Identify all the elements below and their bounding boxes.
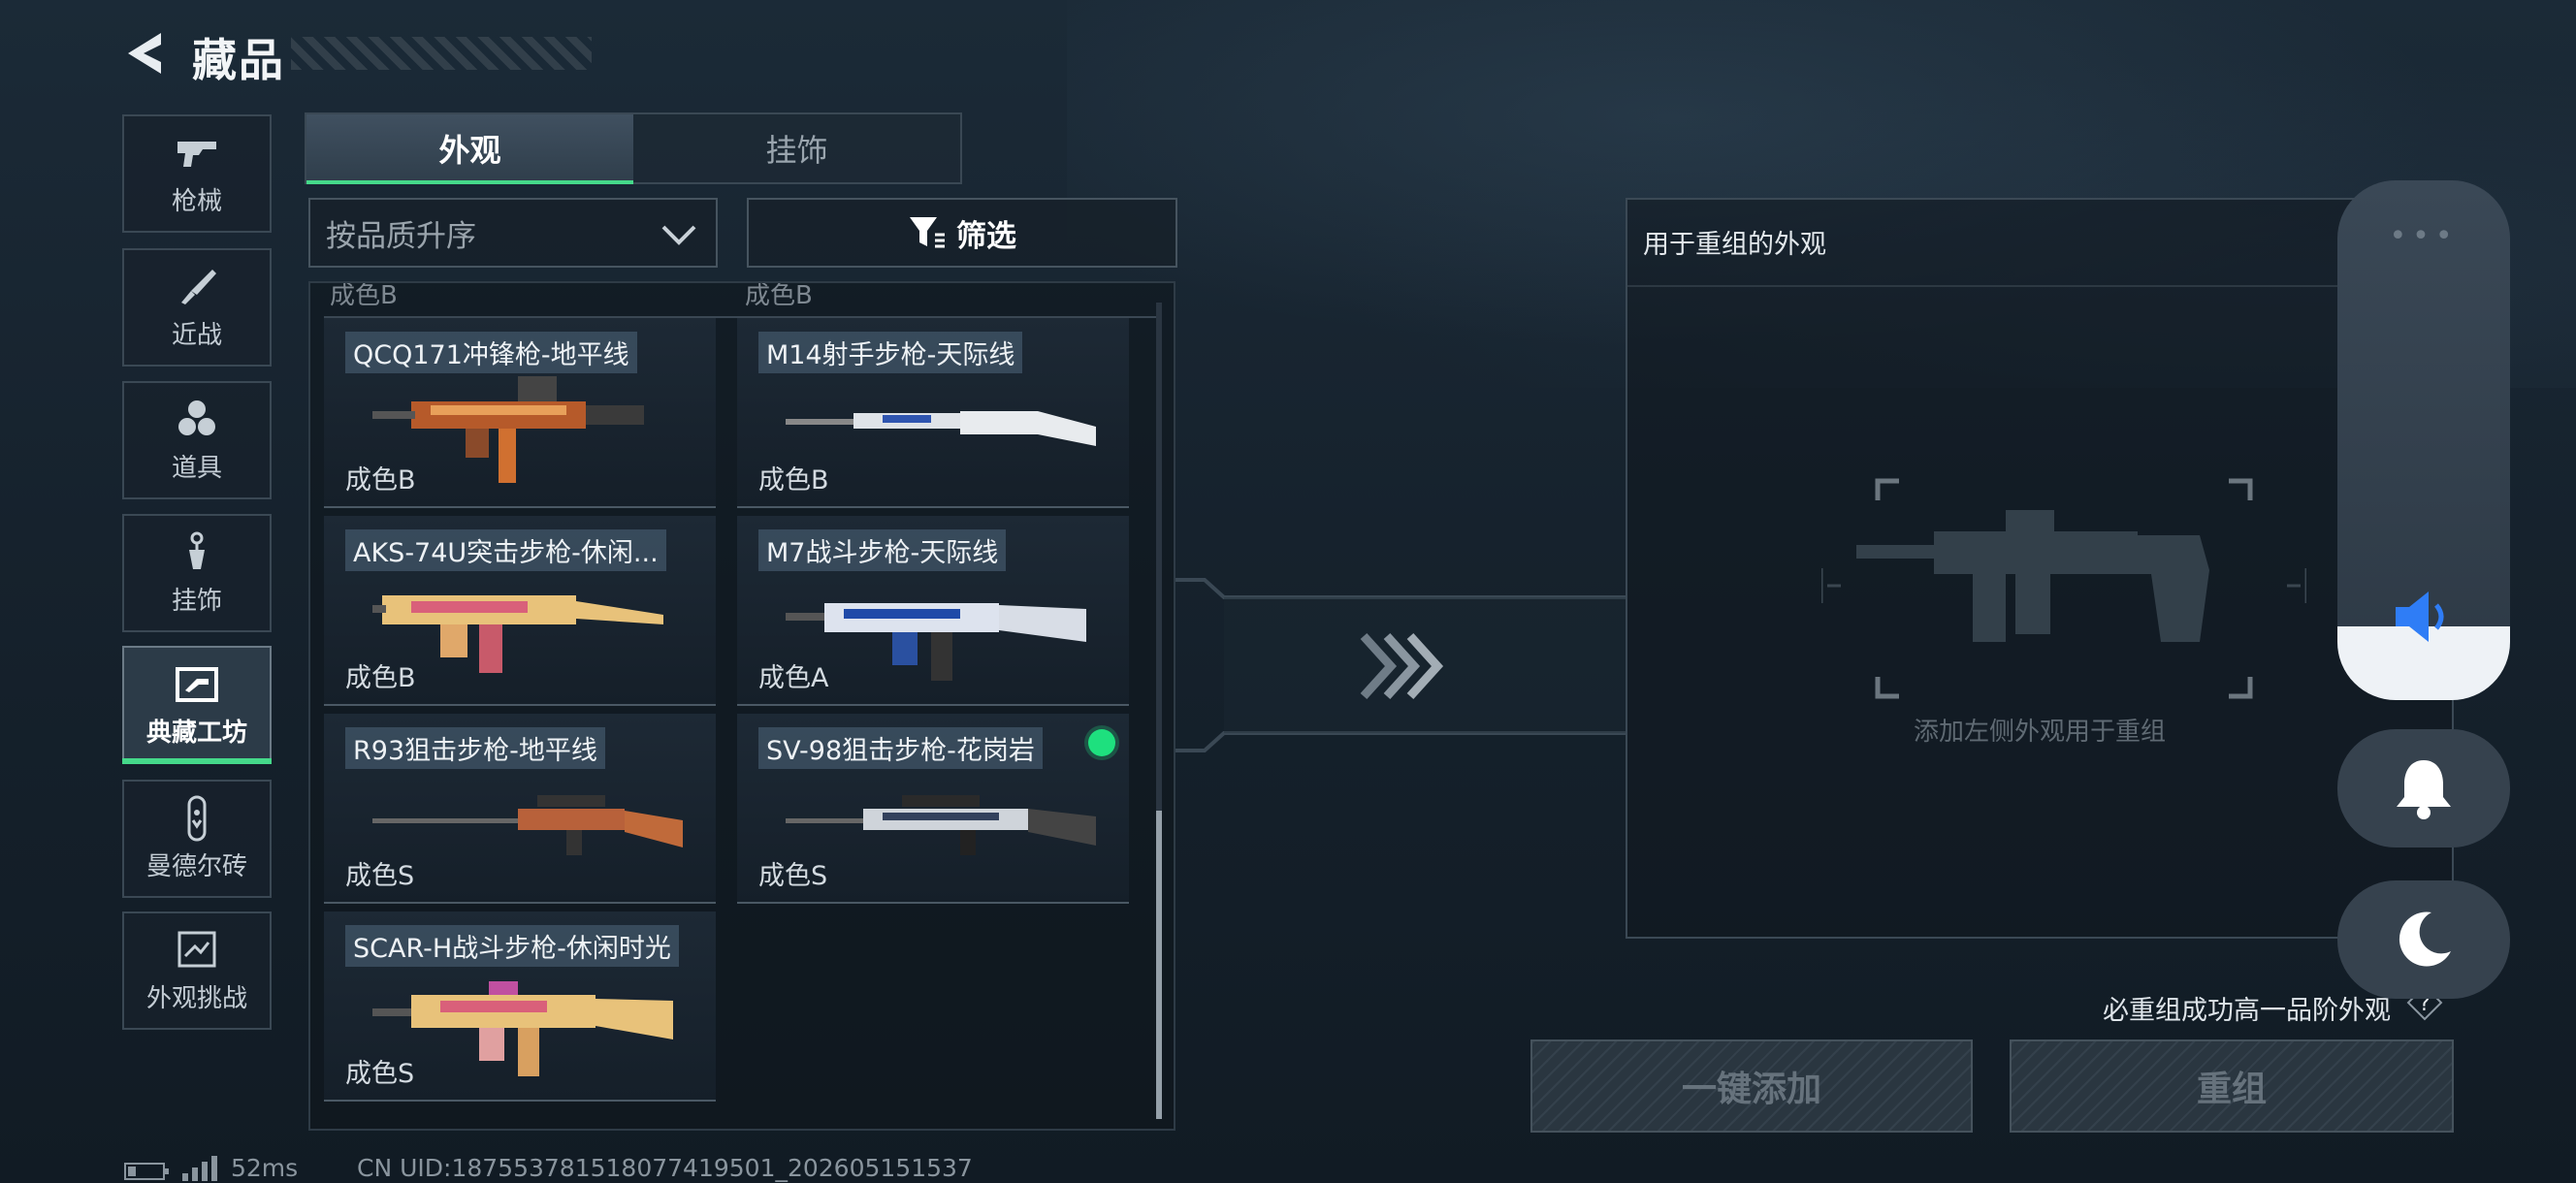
gun-icon (173, 131, 221, 176)
sort-dropdown[interactable]: 按品质升序 (308, 198, 718, 268)
dark-mode-button[interactable] (2337, 880, 2510, 999)
filter-icon (910, 217, 945, 248)
owned-indicator (1088, 729, 1115, 756)
workshop-icon (173, 662, 221, 707)
skin-grade: 成色S (345, 861, 415, 891)
rifle-skin-image (786, 411, 1096, 446)
sidebar-item-label: 外观挑战 (145, 983, 247, 1013)
knife-icon (173, 265, 221, 309)
skin-name: AKS-74U突击步枪-休闲... (345, 529, 666, 571)
skin-card[interactable]: AKS-74U突击步枪-休闲... 成色B (324, 516, 716, 706)
challenge-icon (173, 928, 221, 973)
skin-name: M14射手步枪-天际线 (758, 332, 1023, 373)
empty-hint: 添加左侧外观用于重组 (1913, 718, 2166, 747)
skin-card[interactable]: R93狙击步枪-地平线 成色S (324, 714, 716, 904)
bell-icon (2397, 760, 2451, 819)
skin-name: SCAR-H战斗步枪-休闲时光 (345, 925, 679, 967)
back-button[interactable] (118, 27, 171, 80)
partial-grade-label: 成色B (330, 281, 398, 310)
smg-skin-image (372, 376, 644, 483)
recombine-header: 用于重组的外观 (1627, 200, 2452, 287)
sidebar-item-label: 近战 (171, 320, 222, 350)
rifle-skin-image (372, 595, 663, 673)
category-tabs: 外观 挂饰 (305, 112, 962, 184)
battery-icon (124, 1163, 169, 1180)
grenade-icon (173, 398, 221, 442)
sidebar-item-items[interactable]: 道具 (122, 381, 272, 499)
sidebar-item-label: 挂饰 (171, 586, 222, 616)
skin-grade: 成色B (345, 663, 416, 693)
add-all-button[interactable]: 一键添加 (1530, 1039, 1973, 1133)
page-title: 藏品 (192, 34, 285, 86)
skin-name: QCQ171冲锋枪-地平线 (345, 332, 637, 373)
sidebar-item-mandel-brick[interactable]: 曼德尔砖 (122, 780, 272, 898)
recombine-title: 用于重组的外观 (1643, 230, 1826, 260)
sidebar-item-label: 曼德尔砖 (145, 851, 247, 881)
skin-card[interactable]: M14射手步枪-天际线 成色B (737, 318, 1129, 508)
skin-card[interactable]: SCAR-H战斗步枪-休闲时光 成色S (324, 911, 716, 1102)
filter-label: 筛选 (956, 218, 1016, 254)
filter-button[interactable]: 筛选 (747, 198, 1177, 268)
recombine-button[interactable]: 重组 (2010, 1039, 2454, 1133)
back-arrow-icon (128, 33, 161, 74)
user-uid: CN UID:187553781518077419501_20260515153… (357, 1154, 973, 1182)
recombine-panel: 用于重组的外观 添加左侧外观用于重组 (1626, 198, 2454, 939)
sidebar-item-charms[interactable]: 挂饰 (122, 514, 272, 632)
skin-grade: 成色S (758, 861, 828, 891)
sidebar-item-melee[interactable]: 近战 (122, 248, 272, 367)
grid-scrollbar[interactable] (1156, 303, 1162, 1119)
charm-icon (173, 530, 221, 575)
scrollbar-thumb[interactable] (1156, 811, 1162, 1119)
skin-card[interactable]: QCQ171冲锋枪-地平线 成色B (324, 318, 716, 508)
skin-card[interactable]: M7战斗步枪-天际线 成色A (737, 516, 1129, 706)
skin-grade: 成色S (345, 1059, 415, 1089)
title-decoration (291, 37, 592, 70)
skin-grade: 成色B (758, 465, 829, 496)
skin-grade: 成色A (758, 663, 829, 693)
rifle-placeholder-icon (1821, 478, 2306, 699)
sniper-skin-image (786, 795, 1096, 855)
signal-icon (182, 1156, 217, 1181)
moon-icon (2399, 911, 2451, 967)
triple-chevron-right-icon (1360, 632, 1444, 700)
ping-readout: 52ms (231, 1154, 299, 1182)
speaker-icon (2396, 592, 2444, 642)
rifle-skin-image (786, 603, 1086, 681)
skin-name: SV-98狙击步枪-花岗岩 (758, 727, 1043, 769)
rifle-skin-image (372, 981, 673, 1076)
sort-value: 按品质升序 (326, 218, 476, 254)
sidebar-item-label: 枪械 (171, 186, 222, 216)
sidebar-item-label: 典藏工坊 (145, 718, 247, 748)
skin-name: R93狙击步枪-地平线 (345, 727, 605, 769)
chevron-down-icon (661, 225, 696, 245)
skin-card[interactable]: SV-98狙击步枪-花岗岩 成色S (737, 714, 1129, 904)
volume-slider[interactable]: ••• (2337, 180, 2510, 700)
sniper-skin-image (372, 795, 683, 855)
guarantee-text: 必重组成功高一品阶外观 (2103, 996, 2391, 1026)
tab-charms[interactable]: 挂饰 (633, 114, 960, 182)
skin-grade: 成色B (345, 465, 416, 496)
more-dots-icon: ••• (2389, 219, 2459, 253)
sidebar-item-workshop[interactable]: 典藏工坊 (122, 646, 272, 764)
brick-icon (173, 795, 221, 841)
sidebar-item-label: 道具 (171, 453, 222, 483)
sidebar-item-skin-challenge[interactable]: 外观挑战 (122, 911, 272, 1030)
partial-grade-label: 成色B (745, 281, 813, 310)
skin-grid: 成色B 成色B QCQ171冲锋枪-地平线 成色B M14射手步枪-天际线 成色… (308, 281, 1175, 1131)
skin-name: M7战斗步枪-天际线 (758, 529, 1007, 571)
tab-skins[interactable]: 外观 (306, 114, 633, 184)
sidebar-item-guns[interactable]: 枪械 (122, 114, 272, 233)
notification-button[interactable] (2337, 729, 2510, 847)
